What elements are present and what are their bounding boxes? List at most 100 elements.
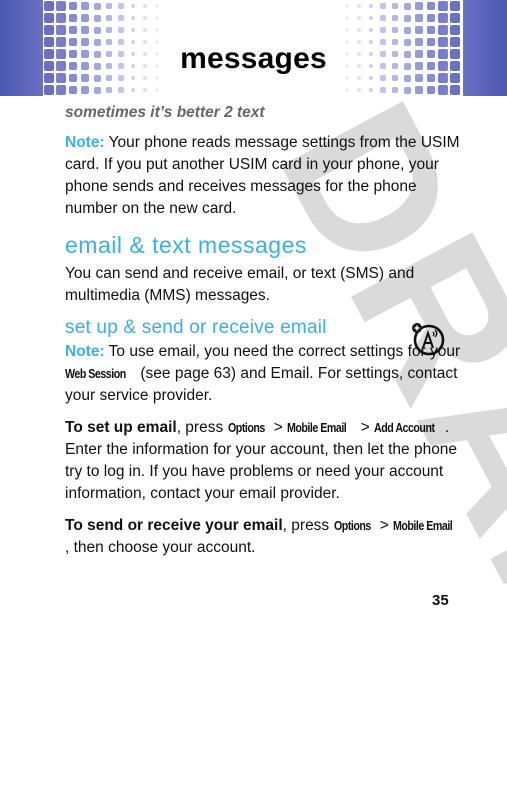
- setup-text: Enter the information for your account, …: [65, 441, 458, 502]
- send-instructions: To send or receive your email, press Opt…: [65, 515, 465, 559]
- grid-square: [93, 2, 101, 10]
- grid-square: [44, 1, 54, 11]
- grid-square: [380, 15, 386, 21]
- grid-square: [68, 1, 78, 11]
- grid-square: [44, 13, 54, 23]
- grid-square: [118, 15, 124, 21]
- grid-square: [438, 1, 448, 11]
- grid-square: [426, 1, 436, 11]
- grid-square: [105, 26, 113, 34]
- grid-square: [143, 76, 147, 80]
- send-lead: To send or receive your email: [65, 517, 283, 534]
- grid-square: [380, 87, 386, 93]
- network-feature-icon: [412, 323, 445, 356]
- grid-square: [56, 85, 66, 95]
- grid-square: [155, 88, 159, 92]
- grid-square: [155, 28, 159, 32]
- grid-square: [345, 16, 349, 20]
- grid-square: [357, 76, 361, 80]
- grid-square: [368, 87, 374, 93]
- grid-square: [143, 4, 147, 8]
- grid-square: [391, 14, 399, 22]
- press-text: , press: [176, 419, 228, 436]
- grid-square: [438, 25, 448, 35]
- grid-square: [438, 13, 448, 23]
- key-options: Options: [227, 420, 265, 435]
- grid-square: [357, 28, 361, 32]
- grid-square: [450, 13, 460, 23]
- grid-square: [130, 15, 136, 21]
- key-add-account: Add Account: [374, 420, 435, 435]
- grid-square: [368, 15, 374, 21]
- grid-square: [130, 87, 136, 93]
- note-text: Your phone reads message settings from t…: [65, 134, 460, 217]
- grid-square: [44, 25, 54, 35]
- grid-square: [345, 76, 349, 80]
- setup-lead: To set up email: [65, 419, 177, 436]
- send-text: , then choose your account.: [65, 539, 256, 556]
- grid-square: [380, 75, 386, 81]
- grid-square: [450, 25, 460, 35]
- tagline: sometimes it’s better 2 text: [65, 104, 265, 121]
- grid-square: [68, 85, 78, 95]
- grid-square: [345, 28, 349, 32]
- note-usim: Note: Your phone reads message settings …: [65, 132, 465, 220]
- grid-square: [415, 26, 423, 34]
- grid-square: [450, 85, 460, 95]
- grid-square: [391, 26, 399, 34]
- period: .: [444, 419, 450, 436]
- grid-square: [368, 75, 374, 81]
- grid-square: [380, 3, 386, 9]
- grid-square: [68, 13, 78, 23]
- grid-square: [56, 25, 66, 35]
- grid-square: [81, 14, 89, 22]
- grid-square: [81, 26, 89, 34]
- section-heading: email & text messages: [65, 232, 307, 258]
- grid-square: [68, 25, 78, 35]
- grid-square: [118, 87, 124, 93]
- grid-square: [81, 2, 89, 10]
- grid-square: [56, 13, 66, 23]
- note-label: Note:: [65, 343, 105, 360]
- grid-square: [403, 14, 411, 22]
- grid-square: [118, 75, 124, 81]
- grid-square: [93, 86, 101, 94]
- grid-square: [403, 26, 411, 34]
- grid-square: [415, 2, 423, 10]
- note-label: Note:: [65, 134, 105, 151]
- grid-square: [105, 14, 113, 22]
- grid-square: [155, 16, 159, 20]
- grid-square: [380, 27, 386, 33]
- note-email-settings: Note: To use email, you need the correct…: [65, 341, 465, 407]
- grid-square: [118, 3, 124, 9]
- grid-square: [130, 27, 136, 33]
- grid-square: [56, 1, 66, 11]
- note-text: To use email, you need the correct setti…: [104, 343, 461, 360]
- grid-square: [143, 16, 147, 20]
- grid-square: [81, 86, 89, 94]
- separator: >: [356, 419, 375, 436]
- grid-square: [105, 86, 113, 94]
- separator: >: [269, 419, 288, 436]
- grid-square: [130, 3, 136, 9]
- grid-square: [450, 1, 460, 11]
- grid-square: [368, 3, 374, 9]
- grid-square: [426, 13, 436, 23]
- grid-square: [105, 2, 113, 10]
- key-mobile-email: Mobile Email: [287, 420, 347, 435]
- grid-square: [357, 4, 361, 8]
- grid-square: [403, 2, 411, 10]
- grid-square: [357, 88, 361, 92]
- grid-square: [130, 75, 136, 81]
- grid-square: [93, 14, 101, 22]
- grid-square: [143, 28, 147, 32]
- grid-square: [415, 14, 423, 22]
- page-number: 35: [432, 592, 449, 609]
- subsection-heading: set up & send or receive email: [65, 317, 327, 338]
- grid-square: [44, 85, 54, 95]
- grid-square: [426, 25, 436, 35]
- grid-square: [118, 27, 124, 33]
- grid-square: [155, 4, 159, 8]
- grid-square: [391, 2, 399, 10]
- page-content: sometimes it’s better 2 text Note: Your …: [65, 104, 465, 559]
